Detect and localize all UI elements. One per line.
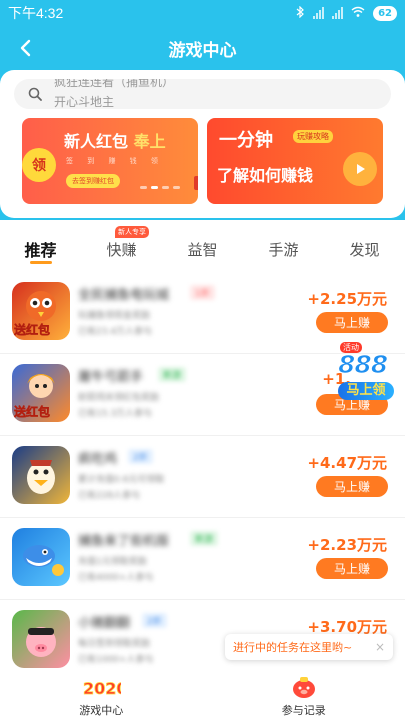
game-icon[interactable]: 送红包: [12, 364, 70, 422]
task-hint-toast: 进行中的任务在这里哟~ ×: [225, 634, 393, 660]
nav-game-center[interactable]: 2020 游戏中心: [0, 672, 203, 720]
game-center-2020-icon: 2020: [80, 674, 122, 700]
list-item[interactable]: 疯吃鸡 2折 累计充值0.6元可领取 已有228人参与 +4.47万元 马上赚: [0, 436, 405, 518]
nav-label: 参与记录: [281, 704, 326, 717]
game-icon-overlay: 送红包: [14, 323, 51, 338]
new-user-badge: 新人专享: [115, 226, 149, 238]
status-time: 下午4:32: [8, 5, 64, 21]
search-icon: [28, 87, 42, 101]
svg-text:2020: 2020: [83, 679, 121, 698]
game-name: 全民捕鱼电玩城: [78, 288, 170, 303]
game-desc: 射箭闯关领红包奖励: [78, 393, 160, 403]
game-tag: 新游: [158, 367, 187, 382]
game-desc: 玩捕鱼领现金奖励: [78, 311, 151, 321]
tab-label: 快赚: [106, 240, 137, 259]
close-icon[interactable]: ×: [375, 640, 385, 654]
floating-888-ad[interactable]: 活动 888 马上领: [334, 342, 398, 406]
tab-active-indicator: [30, 261, 52, 264]
reward-amount: +4.47万元: [307, 454, 387, 472]
float-ad-claim: 马上领: [338, 382, 394, 400]
back-button[interactable]: [12, 34, 38, 62]
tab-label: 推荐: [24, 241, 57, 260]
signal-2-icon: [332, 7, 344, 19]
banner-subtitle: 了解如何赚钱: [217, 166, 314, 185]
banner-new-user-redpacket[interactable]: 领 新人红包 奉上 签 到 赚 钱 领 去签到赚红包: [22, 118, 198, 204]
game-icon-overlay: 送红包: [14, 405, 51, 420]
signal-icon: [313, 7, 325, 19]
game-desc: 充值1元领取奖励: [78, 557, 147, 567]
banner-earning-guide[interactable]: 一分钟 玩赚攻略 了解如何赚钱: [207, 118, 383, 204]
nav-participation-record[interactable]: 参与记录: [203, 672, 405, 720]
game-desc: 每日签到领取奖励: [78, 639, 151, 649]
search-placeholder-line: 开心斗地主: [54, 95, 115, 109]
reward-amount: +2.23万元: [307, 536, 387, 554]
status-icons: 62: [296, 5, 397, 21]
game-participants: 已有4000+人参与: [78, 573, 154, 583]
bottom-nav: 2020 游戏中心 参与记录: [0, 672, 405, 720]
tab-label: 手游: [268, 240, 299, 259]
game-participants: 已有15.3万人参与: [78, 409, 153, 419]
redpacket-coin-icon: 领: [22, 148, 56, 182]
red-envelope-icon: [194, 176, 198, 190]
tab-label: 益智: [187, 240, 218, 259]
game-name: 屠牛弓箭手: [78, 370, 144, 385]
game-tag: 2折: [142, 613, 167, 628]
search-placeholder-line: 疯狂连连看（捕鱼机）: [54, 79, 175, 89]
game-participants: 已有228人参与: [78, 491, 141, 501]
game-list: 送红包 全民捕鱼电玩城 1折 玩捕鱼领现金奖励 已有23.4万人参与 +2.25…: [0, 272, 405, 682]
status-bar: 下午4:32 62: [0, 0, 405, 26]
tab-discover[interactable]: 发现: [324, 226, 405, 272]
game-tag: 1折: [190, 285, 215, 300]
carousel-indicator: [140, 186, 180, 189]
game-icon[interactable]: [12, 446, 70, 504]
game-participants: 已有23.4万人参与: [78, 327, 153, 337]
game-name: 小猪翻翻: [78, 616, 131, 631]
game-name: 疯吃鸡: [78, 452, 118, 467]
bluetooth-icon: [296, 5, 305, 21]
banner-title: 一分钟: [219, 130, 273, 151]
tab-label: 发现: [349, 240, 380, 259]
game-name: 捕鱼来了街机版: [78, 534, 170, 549]
game-icon[interactable]: [12, 528, 70, 586]
float-ad-number: 888: [337, 350, 388, 380]
earn-now-button[interactable]: 马上赚: [316, 476, 388, 497]
reward-amount: +2.25万元: [307, 290, 387, 308]
earn-now-button[interactable]: 马上赚: [316, 558, 388, 579]
toast-text: 进行中的任务在这里哟~: [233, 641, 353, 654]
nav-label: 游戏中心: [79, 704, 124, 717]
chevron-left-icon: [20, 39, 31, 57]
earn-now-button[interactable]: 马上赚: [316, 312, 388, 333]
banner-title: 新人红包 奉上: [64, 128, 166, 152]
game-desc: 累计充值0.6元可领取: [78, 475, 165, 485]
wifi-icon: [351, 6, 365, 20]
tab-puzzle[interactable]: 益智: [162, 226, 243, 272]
game-icon[interactable]: 送红包: [12, 282, 70, 340]
game-tag: 2折: [128, 449, 153, 464]
banner-title-part: 新人红包: [64, 132, 129, 151]
banner-signin-button[interactable]: 去签到赚红包: [66, 174, 120, 188]
banner-steps: 签 到 赚 钱 领: [66, 157, 164, 165]
tab-recommend[interactable]: 推荐: [0, 226, 81, 272]
tab-quick-earn[interactable]: 快赚 新人专享: [81, 226, 162, 272]
category-tabs: 推荐 快赚 新人专享 益智 手游 发现: [0, 226, 405, 272]
app-header: 游戏中心: [0, 26, 405, 70]
search-bar[interactable]: 疯狂连连看（捕鱼机） 开心斗地主: [14, 79, 391, 109]
play-icon[interactable]: [343, 152, 377, 186]
search-placeholder: 疯狂连连看（捕鱼机） 开心斗地主: [54, 79, 174, 109]
banner-tag: 玩赚攻略: [293, 130, 333, 143]
game-participants: 已有1000+人参与: [78, 655, 154, 665]
game-tag: 新游: [190, 531, 219, 546]
piggy-record-icon: [283, 674, 325, 700]
list-item[interactable]: 捕鱼来了街机版 新游 充值1元领取奖励 已有4000+人参与 +2.23万元 马…: [0, 518, 405, 600]
page-title: 游戏中心: [168, 40, 237, 61]
battery-icon: 62: [373, 5, 397, 21]
banner-title-highlight: 奉上: [133, 132, 166, 151]
tab-mobile-games[interactable]: 手游: [243, 226, 324, 272]
game-icon[interactable]: [12, 610, 70, 668]
